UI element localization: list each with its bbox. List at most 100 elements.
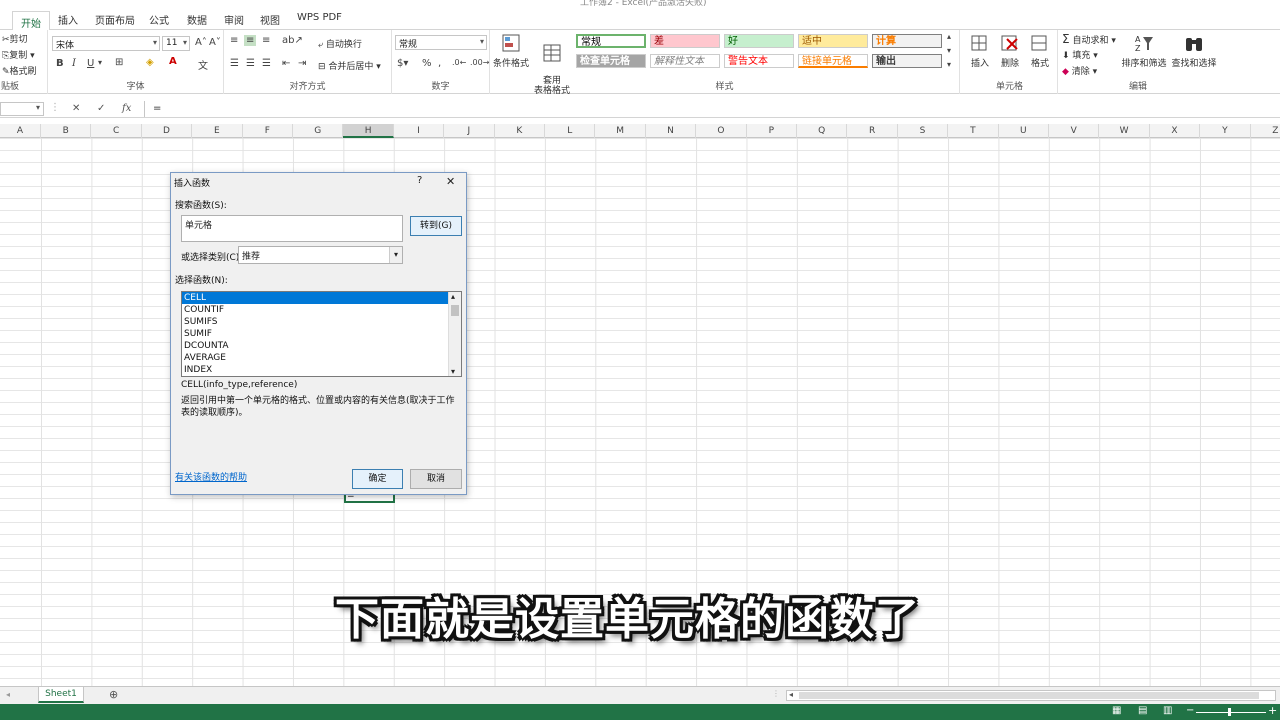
increase-decimal-icon[interactable]: .0←	[452, 58, 466, 67]
cut-button[interactable]: ✂剪切	[2, 32, 28, 45]
clear-button[interactable]: ◆ 清除 ▾	[1062, 64, 1097, 77]
zoom-in-icon[interactable]: +	[1268, 704, 1277, 717]
column-header[interactable]: E	[192, 124, 243, 138]
column-header[interactable]: L	[545, 124, 596, 138]
column-header[interactable]: V	[1049, 124, 1100, 138]
cell-style-swatch[interactable]: 差	[650, 34, 720, 48]
phonetic-icon[interactable]: 文	[198, 57, 208, 72]
scroll-up-icon[interactable]: ▴	[451, 292, 455, 301]
drag-handle-icon[interactable]: ⋮	[50, 102, 60, 113]
column-header[interactable]: U	[999, 124, 1049, 138]
list-scrollbar[interactable]: ▴ ▾	[448, 292, 461, 376]
function-list-item[interactable]: SUMIF	[182, 328, 448, 340]
sheet-tab-sheet1[interactable]: Sheet1	[38, 687, 84, 703]
function-list-item[interactable]: INDEX	[182, 364, 448, 376]
page-layout-view-icon[interactable]: ▤	[1138, 705, 1147, 716]
function-help-link[interactable]: 有关该函数的帮助	[175, 470, 247, 483]
tab-data[interactable]: 数据	[187, 12, 207, 30]
function-list-item[interactable]: SUMIFS	[182, 316, 448, 328]
insert-cells-button[interactable]: 插入	[966, 32, 994, 69]
column-header[interactable]: F	[243, 124, 293, 138]
grow-font-icon[interactable]: A˄	[195, 37, 207, 48]
column-header[interactable]: T	[948, 124, 999, 138]
cell-style-swatch[interactable]: 警告文本	[724, 54, 794, 68]
search-input[interactable]: 单元格	[181, 215, 403, 242]
autosum-button[interactable]: Σ 自动求和 ▾	[1062, 32, 1116, 46]
font-name-select[interactable]: 宋体 ▾	[52, 36, 160, 51]
cell-style-swatch[interactable]: 好	[724, 34, 794, 48]
wrap-text-button[interactable]: ⤶ 自动换行	[318, 37, 362, 50]
format-painter-button[interactable]: ✎格式刷	[2, 64, 37, 77]
column-header[interactable]: D	[142, 124, 193, 138]
column-header[interactable]: K	[495, 124, 545, 138]
column-header[interactable]: R	[847, 124, 898, 138]
align-middle-icon[interactable]: ≡	[244, 35, 257, 46]
add-sheet-icon[interactable]: ⊕	[109, 688, 118, 701]
align-right-icon[interactable]: ☰	[262, 58, 271, 69]
scroll-left-icon[interactable]: ◂	[6, 690, 10, 699]
column-header[interactable]: S	[898, 124, 949, 138]
column-header[interactable]: P	[747, 124, 797, 138]
sort-filter-button[interactable]: AZ 排序和筛选	[1120, 32, 1168, 69]
column-header[interactable]: C	[91, 124, 142, 138]
find-select-button[interactable]: 查找和选择	[1170, 32, 1218, 69]
scroll-up-icon[interactable]: ▴	[947, 32, 951, 41]
fill-button[interactable]: ⬇ 填充 ▾	[1062, 48, 1098, 61]
border-icon[interactable]: ⊞	[115, 57, 123, 68]
name-box[interactable]: ▾	[0, 102, 44, 116]
shrink-font-icon[interactable]: A˅	[209, 37, 221, 48]
function-list-item[interactable]: DCOUNTA	[182, 340, 448, 352]
tab-wps-pdf[interactable]: WPS PDF	[297, 12, 342, 30]
decrease-indent-icon[interactable]: ⇤	[282, 58, 290, 69]
scroll-down-icon[interactable]: ▾	[947, 46, 951, 55]
decrease-decimal-icon[interactable]: .00→	[470, 58, 489, 67]
copy-button[interactable]: ⎘复制 ▾	[2, 48, 35, 61]
column-header[interactable]: G	[293, 124, 344, 138]
bold-button[interactable]: B	[56, 58, 64, 69]
ok-button[interactable]: 确定	[352, 469, 403, 489]
comma-icon[interactable]: ,	[438, 58, 441, 69]
zoom-thumb[interactable]	[1228, 708, 1231, 716]
column-header[interactable]: H	[343, 124, 394, 138]
column-header[interactable]: M	[595, 124, 646, 138]
align-center-icon[interactable]: ☰	[246, 58, 255, 69]
split-handle-icon[interactable]: ⋮	[772, 689, 780, 698]
scroll-thumb[interactable]	[451, 305, 459, 316]
tab-page-layout[interactable]: 页面布局	[95, 12, 135, 30]
column-header[interactable]: W	[1099, 124, 1150, 138]
currency-icon[interactable]: $▾	[397, 58, 408, 69]
fill-color-icon[interactable]: ◈	[146, 57, 154, 68]
close-icon[interactable]: ✕	[446, 175, 455, 188]
align-left-icon[interactable]: ☰	[230, 58, 239, 69]
font-color-icon[interactable]: A	[169, 56, 177, 67]
format-cells-button[interactable]: 格式	[1026, 32, 1054, 69]
tab-view[interactable]: 视图	[260, 12, 280, 30]
align-bottom-icon[interactable]: ≡	[262, 35, 270, 46]
column-header[interactable]: O	[696, 124, 747, 138]
help-icon[interactable]: ?	[417, 175, 422, 186]
enter-entry-icon[interactable]: ✓	[97, 103, 105, 114]
merge-center-button[interactable]: ⊟ 合并后居中 ▾	[318, 59, 381, 72]
function-list-item[interactable]: CELL	[182, 292, 448, 304]
scroll-down-icon[interactable]: ▾	[451, 367, 455, 376]
cell-style-swatch[interactable]: 解释性文本	[650, 54, 720, 68]
cell-style-swatch[interactable]: 链接单元格	[798, 54, 868, 68]
zoom-out-icon[interactable]: −	[1186, 705, 1194, 716]
category-select[interactable]: 推荐 ▾	[238, 246, 403, 264]
cell-style-swatch[interactable]: 计算	[872, 34, 942, 48]
column-header[interactable]: I	[394, 124, 445, 138]
percent-icon[interactable]: %	[422, 58, 432, 69]
column-header[interactable]: Y	[1200, 124, 1251, 138]
tab-formulas[interactable]: 公式	[149, 12, 169, 30]
conditional-format-button[interactable]: 条件格式	[492, 32, 530, 69]
cell-style-swatch[interactable]: 适中	[798, 34, 868, 48]
horizontal-scrollbar[interactable]: ◂	[786, 690, 1276, 701]
function-list-item[interactable]: COUNTIF	[182, 304, 448, 316]
column-header[interactable]: N	[646, 124, 697, 138]
underline-button[interactable]: U	[87, 58, 94, 69]
tab-home[interactable]: 开始	[12, 11, 50, 31]
column-header[interactable]: B	[41, 124, 92, 138]
formula-input[interactable]: =	[144, 101, 1280, 117]
orientation-icon[interactable]: ab↗	[282, 35, 303, 46]
column-header[interactable]: Q	[797, 124, 848, 138]
